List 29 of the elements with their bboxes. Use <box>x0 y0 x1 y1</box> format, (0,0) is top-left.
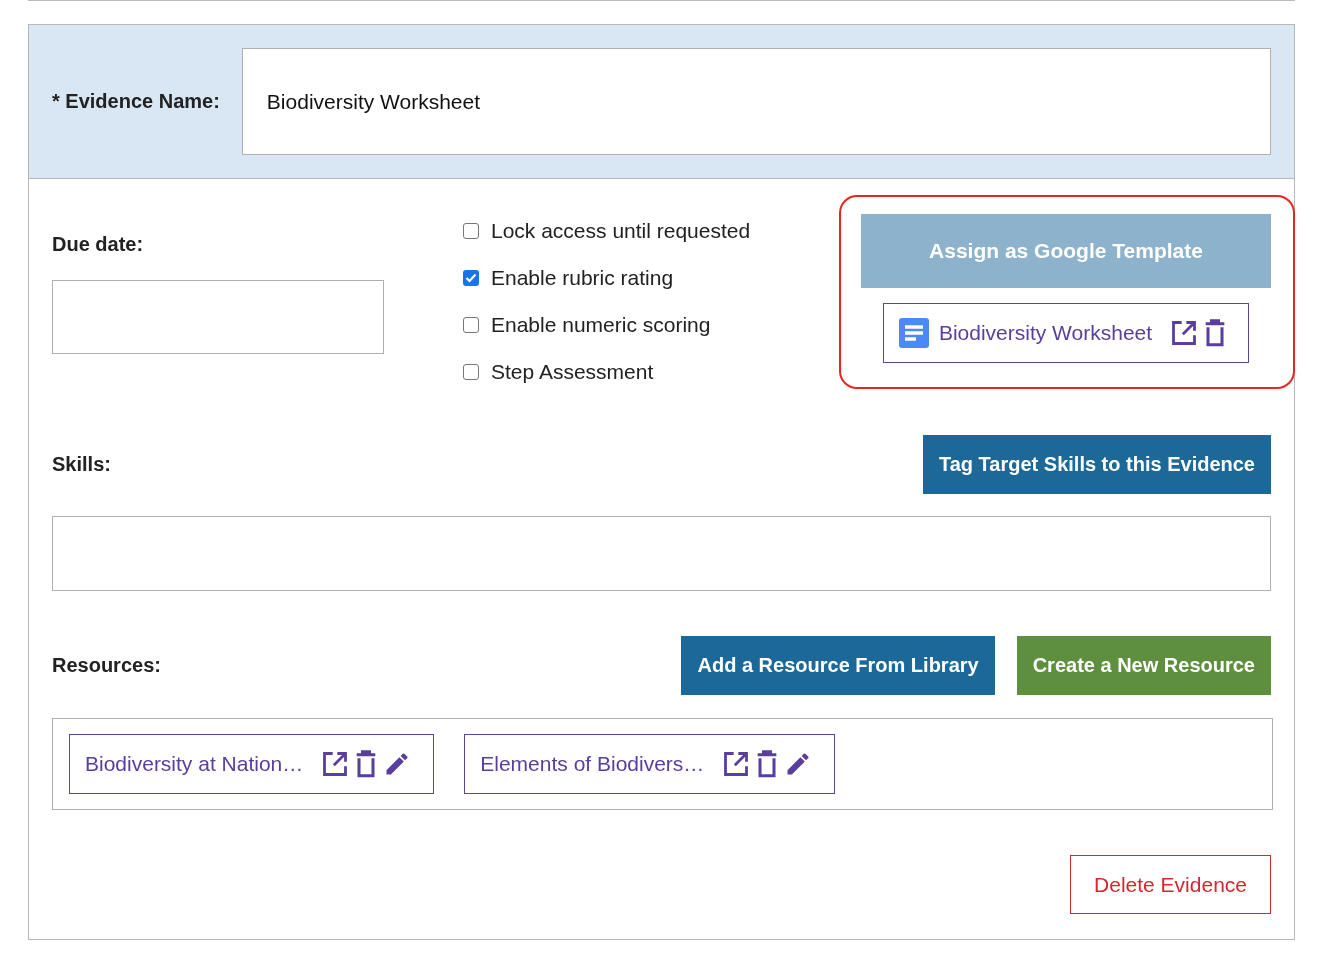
checkbox[interactable] <box>463 364 479 380</box>
open-external-icon[interactable] <box>321 750 350 778</box>
delete-evidence-button[interactable]: Delete Evidence <box>1070 855 1271 914</box>
checkbox-option[interactable]: Enable rubric rating <box>463 266 823 290</box>
resource-button[interactable]: Add a Resource From Library <box>681 636 995 695</box>
field-label: Skills: <box>52 453 111 476</box>
field-label: Resources: <box>52 654 161 677</box>
field-label: * Evidence Name: <box>52 90 220 113</box>
checkbox-option[interactable]: Step Assessment <box>463 360 823 384</box>
resource-button[interactable]: Create a New Resource <box>1016 636 1271 695</box>
resource-link[interactable]: Elements of Biodivers… <box>480 752 705 776</box>
resource-link[interactable]: Biodiversity at Nation… <box>85 752 304 776</box>
checkbox-option[interactable]: Enable numeric scoring <box>463 313 823 337</box>
checkbox[interactable] <box>463 270 479 286</box>
trash-icon[interactable] <box>1204 319 1227 347</box>
file-link[interactable]: Biodiversity Worksheet <box>938 321 1153 345</box>
trash-icon[interactable] <box>756 750 779 778</box>
evidence-name-field[interactable]: Biodiversity Worksheet <box>241 48 1271 155</box>
checkbox-option[interactable]: Lock access until requested <box>463 219 823 243</box>
checkbox[interactable] <box>463 317 479 333</box>
field-label: Due date: <box>52 233 145 256</box>
open-external-icon[interactable] <box>722 750 751 778</box>
document-icon <box>898 318 929 348</box>
trash-icon[interactable] <box>355 750 378 778</box>
due-date-field[interactable] <box>52 280 384 354</box>
skills-field[interactable] <box>52 516 1271 591</box>
checkbox[interactable] <box>463 223 479 239</box>
open-external-icon[interactable] <box>1170 319 1199 347</box>
tag-skills-button[interactable]: Tag Target Skills to this Evidence <box>923 435 1271 494</box>
